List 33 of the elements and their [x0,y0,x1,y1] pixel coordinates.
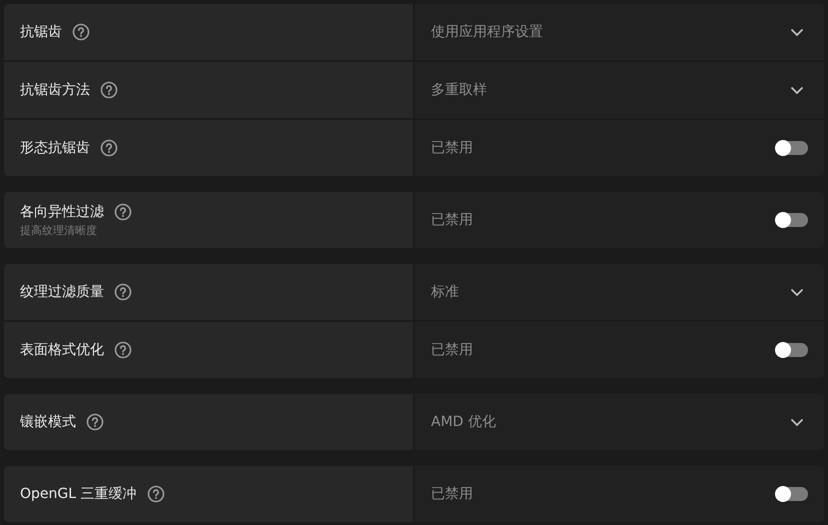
help-icon[interactable] [100,139,118,157]
setting-value: 已禁用 [431,211,473,229]
setting-label: 形态抗锯齿 [20,139,90,157]
help-icon[interactable] [114,341,132,359]
toggle-switch[interactable] [776,213,808,227]
setting-label: OpenGL 三重缓冲 [20,485,136,503]
toggle-switch[interactable] [776,487,808,501]
dropdown[interactable]: 标准 [415,264,824,320]
toggle-switch[interactable] [776,141,808,155]
setting-value: 已禁用 [431,341,473,359]
setting-value: 已禁用 [431,485,473,503]
chevron-down-icon [790,28,804,36]
setting-label: 抗锯齿 [20,23,62,41]
dropdown[interactable]: AMD 优化 [415,394,824,450]
help-icon[interactable] [86,413,104,431]
help-icon[interactable] [72,23,90,41]
toggle-switch[interactable] [776,343,808,357]
setting-label: 镶嵌模式 [20,413,76,431]
setting-label: 抗锯齿方法 [20,81,90,99]
setting-label: 表面格式优化 [20,341,104,359]
setting-value: 已禁用 [431,139,473,157]
setting-label: 纹理过滤质量 [20,283,104,301]
dropdown[interactable]: 使用应用程序设置 [415,4,824,60]
chevron-down-icon [790,418,804,426]
chevron-down-icon [790,86,804,94]
help-icon[interactable] [100,81,118,99]
chevron-down-icon [790,288,804,296]
setting-label: 各向异性过滤 [20,202,104,220]
setting-description: 提高纹理清晰度 [20,222,98,238]
dropdown[interactable]: 多重取样 [415,62,824,118]
help-icon[interactable] [114,283,132,301]
help-icon[interactable] [114,202,132,220]
help-icon[interactable] [146,485,164,503]
